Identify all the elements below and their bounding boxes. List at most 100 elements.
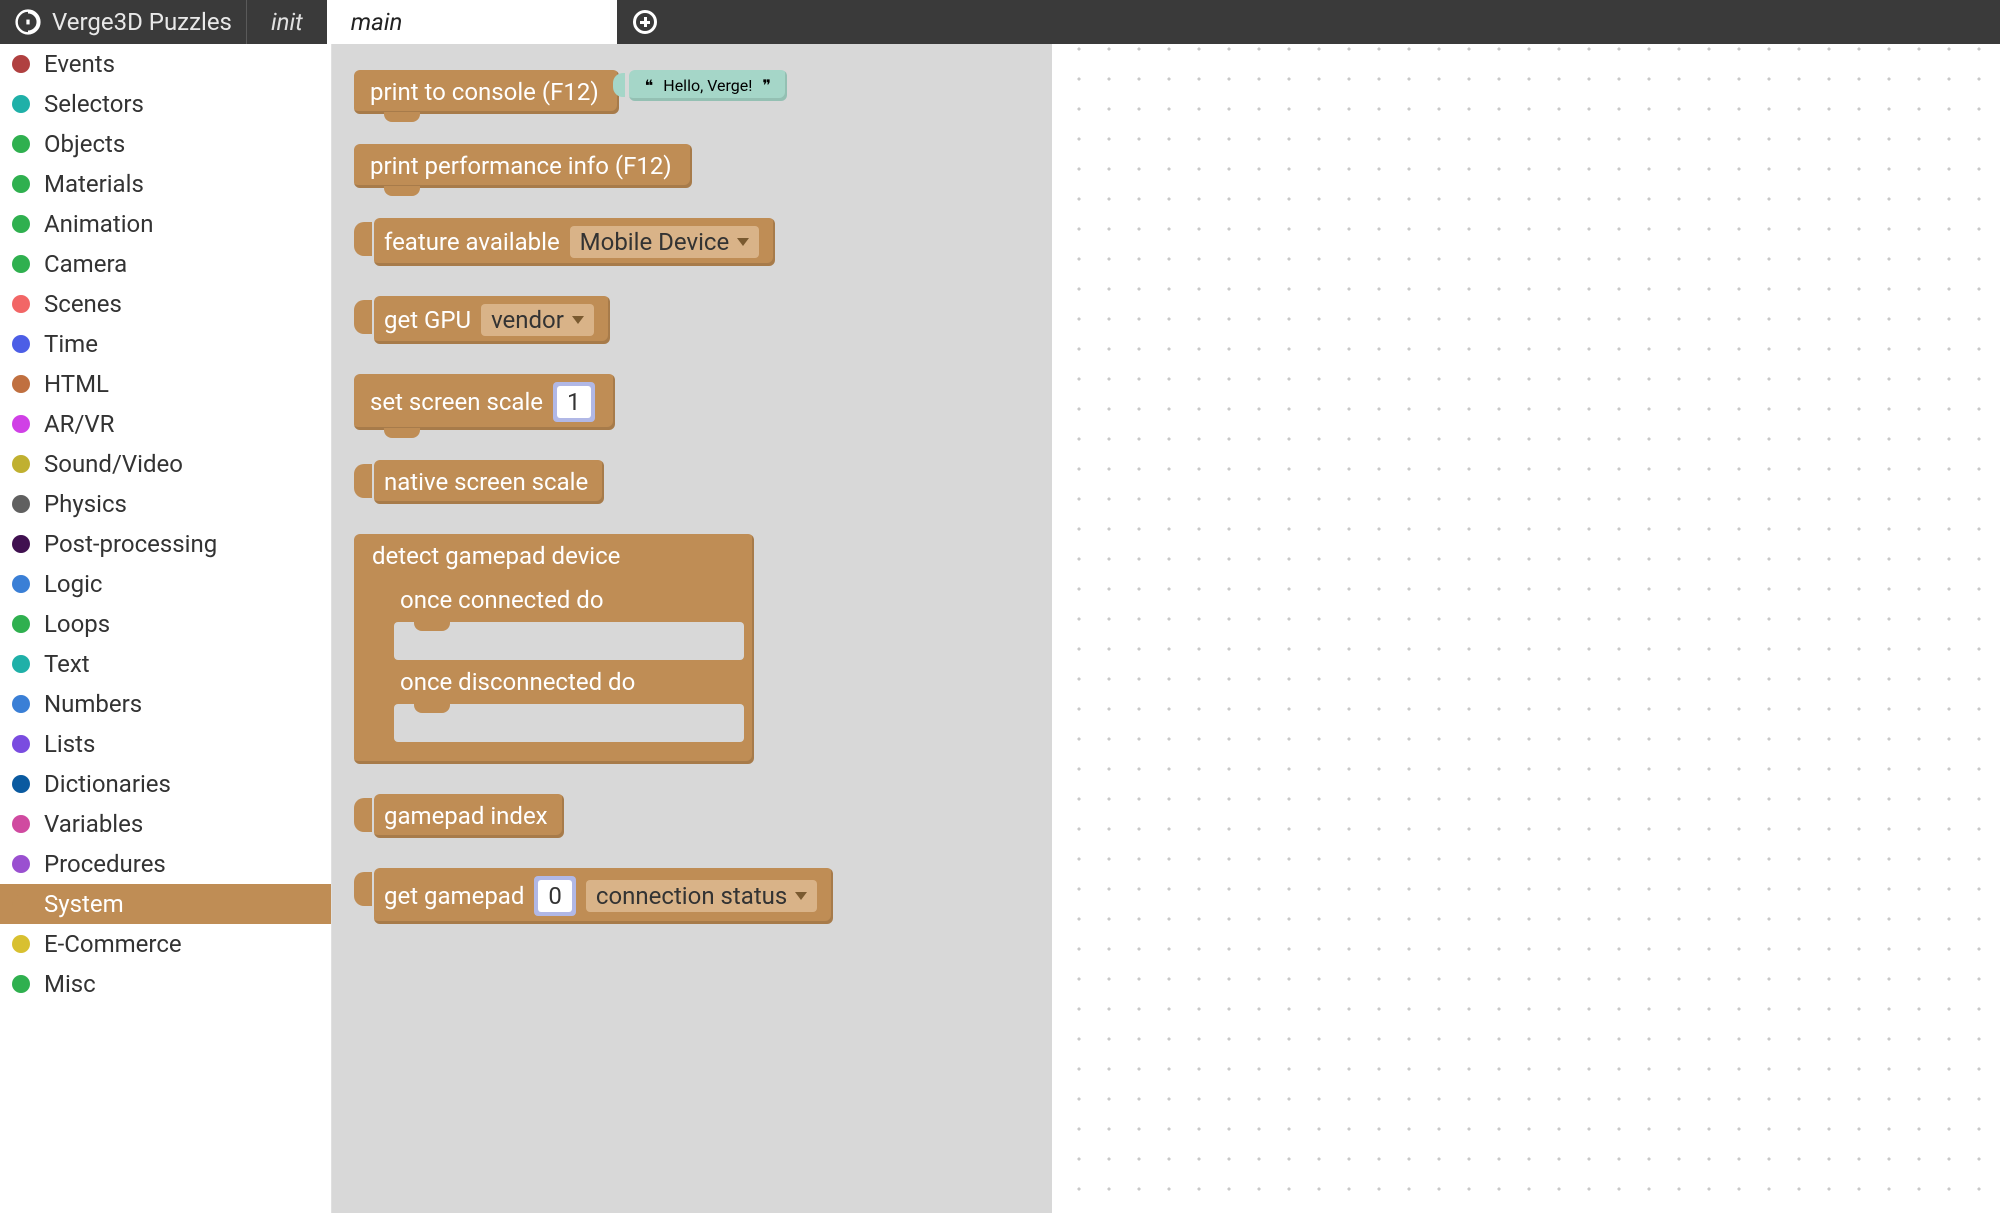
category-dot-icon [12,215,30,233]
block-palette[interactable]: print to console (F12) ❝ Hello, Verge! ❞… [332,44,1052,1213]
sidebar-item-time[interactable]: Time [0,324,331,364]
category-dot-icon [12,655,30,673]
sidebar-item-animation[interactable]: Animation [0,204,331,244]
block-label: get gamepad [384,882,524,910]
sidebar-item-label: Variables [44,810,143,838]
gamepad-index-input[interactable]: 0 [534,876,576,916]
number-input-block[interactable]: 1 [553,382,595,422]
block-get-gamepad[interactable]: get gamepad 0 connection status [354,868,1030,924]
string-value-field[interactable]: Hello, Verge! [663,76,752,95]
category-dot-icon [12,415,30,433]
once-connected-slot[interactable] [394,622,744,660]
category-dot-icon [12,255,30,273]
category-dot-icon [12,975,30,993]
category-dot-icon [12,495,30,513]
sidebar-item-label: Text [44,650,90,678]
feature-dropdown[interactable]: Mobile Device [570,226,760,258]
block-feature-available[interactable]: feature available Mobile Device [354,218,1030,266]
category-dot-icon [12,615,30,633]
block-set-screen-scale[interactable]: set screen scale 1 [354,374,1030,430]
sidebar-item-label: Materials [44,170,144,198]
sidebar-item-sound-video[interactable]: Sound/Video [0,444,331,484]
sidebar-item-e-commerce[interactable]: E-Commerce [0,924,331,964]
sidebar-item-dictionaries[interactable]: Dictionaries [0,764,331,804]
sidebar-item-label: E-Commerce [44,930,182,958]
category-dot-icon [12,335,30,353]
tab-main[interactable]: main [327,0,617,44]
sidebar-item-label: HTML [44,370,109,398]
dropdown-value: connection status [596,882,787,910]
sidebar-item-lists[interactable]: Lists [0,724,331,764]
sidebar-item-logic[interactable]: Logic [0,564,331,604]
sidebar-item-loops[interactable]: Loops [0,604,331,644]
close-quote-icon: ❞ [762,76,771,95]
number-value-field[interactable]: 1 [557,386,591,418]
category-dot-icon [12,895,30,913]
sidebar-item-objects[interactable]: Objects [0,124,331,164]
sidebar-item-numbers[interactable]: Numbers [0,684,331,724]
block-gamepad-index[interactable]: gamepad index [354,794,1030,838]
sidebar-item-label: Objects [44,130,125,158]
category-dot-icon [12,775,30,793]
block-print-to-console[interactable]: print to console (F12) ❝ Hello, Verge! ❞ [354,70,1030,114]
sidebar-item-label: Numbers [44,690,142,718]
sidebar-item-misc[interactable]: Misc [0,964,331,1004]
category-dot-icon [12,935,30,953]
plus-icon [633,10,657,34]
gpu-prop-dropdown[interactable]: vendor [481,304,594,336]
category-sidebar[interactable]: EventsSelectors Objects Materials Animation… [0,44,332,1213]
string-literal-block[interactable]: ❝ Hello, Verge! ❞ [629,70,787,101]
sidebar-item-label: Animation [44,210,153,238]
block-detect-gamepad[interactable]: detect gamepad device once connected do … [354,534,1030,764]
sidebar-item-camera[interactable]: Camera [0,244,331,284]
sidebar-item-label: Sound/Video [44,450,183,478]
sidebar-item-variables[interactable]: Variables [0,804,331,844]
output-plug [354,218,372,260]
block-native-screen-scale[interactable]: native screen scale [354,460,1030,504]
category-dot-icon [12,735,30,753]
sidebar-item-text[interactable]: Text [0,644,331,684]
sidebar-item-events[interactable]: Events [0,44,331,84]
block-print-performance-info[interactable]: print performance info (F12) [354,144,1030,188]
gamepad-prop-dropdown[interactable]: connection status [586,880,817,912]
sidebar-item-label: Dictionaries [44,770,171,798]
output-plug [354,868,372,910]
once-disconnected-slot[interactable] [394,704,744,742]
category-dot-icon [12,55,30,73]
sidebar-item-label: Camera [44,250,127,278]
output-plug [354,794,372,836]
sidebar-item-materials[interactable]: Materials [0,164,331,204]
block-label: print performance info (F12) [370,152,672,180]
category-dot-icon [12,575,30,593]
sidebar-item-selectors[interactable]: Selectors [0,84,331,124]
category-dot-icon [12,535,30,553]
block-label: print to console (F12) [370,78,599,106]
sidebar-item-ar-vr[interactable]: AR/VR [0,404,331,444]
tab-init[interactable]: init [247,0,327,44]
block-label: gamepad index [384,802,548,830]
tab-init-label: init [271,8,303,36]
category-dot-icon [12,295,30,313]
sidebar-item-label: Physics [44,490,127,518]
sidebar-item-post-processing[interactable]: Post-processing [0,524,331,564]
category-dot-icon [12,695,30,713]
block-connector [619,70,633,100]
app-brand: Verge3D Puzzles [0,0,247,44]
block-label: native screen scale [384,468,588,496]
block-label: detect gamepad device [372,542,620,570]
category-dot-icon [12,455,30,473]
sidebar-item-label: Time [44,330,98,358]
block-get-gpu[interactable]: get GPU vendor [354,296,1030,344]
sidebar-item-system[interactable]: System [0,884,331,924]
sidebar-item-scenes[interactable]: Scenes [0,284,331,324]
sidebar-item-procedures[interactable]: Procedures [0,844,331,884]
output-plug [354,460,372,502]
sidebar-item-physics[interactable]: Physics [0,484,331,524]
sidebar-item-label: Scenes [44,290,122,318]
number-value-field[interactable]: 0 [538,880,572,912]
sidebar-item-html[interactable]: HTML [0,364,331,404]
add-tab-button[interactable] [617,0,673,44]
category-dot-icon [12,95,30,113]
workspace-canvas[interactable] [1052,44,2000,1213]
sidebar-item-label: Misc [44,970,96,998]
